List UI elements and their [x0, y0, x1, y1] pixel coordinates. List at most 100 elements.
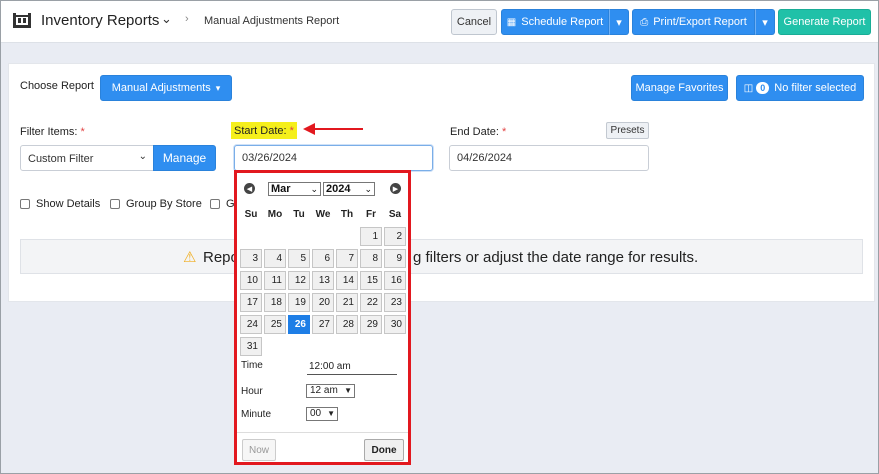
calendar-day[interactable]: 22	[360, 293, 382, 312]
calendar-day[interactable]: 28	[336, 315, 358, 334]
month-select[interactable]: Mar ⌄	[268, 182, 321, 196]
calendar-day[interactable]: 21	[336, 293, 358, 312]
now-label: Now	[248, 444, 269, 456]
calendar-day[interactable]: 25	[264, 315, 286, 334]
calendar-day[interactable]: 10	[240, 271, 262, 290]
calendar-day[interactable]: 17	[240, 293, 262, 312]
choose-report-label: Choose Report	[20, 80, 94, 92]
weekday-label: Su	[244, 209, 258, 220]
notice-text-right: g filters or adjust the date range for r…	[413, 249, 699, 266]
checkbox-box[interactable]	[20, 199, 30, 209]
checkbox-box[interactable]	[110, 199, 120, 209]
cancel-label: Cancel	[456, 16, 492, 28]
app-title[interactable]: Inventory Reports	[41, 12, 159, 29]
calendar-day[interactable]: 24	[240, 315, 262, 334]
checkbox-box[interactable]	[210, 199, 220, 209]
manage-filter-button[interactable]: Manage	[153, 145, 216, 171]
print-export-button[interactable]: ⎙ Print/Export Report	[632, 9, 755, 35]
calendar-day[interactable]: 11	[264, 271, 286, 290]
calendar-day[interactable]: 2	[384, 227, 406, 246]
start-date-label: Start Date: *	[231, 122, 297, 139]
end-date-text: End Date:	[450, 126, 499, 138]
filter-select[interactable]: Custom Filter ⌄	[20, 145, 154, 171]
minute-select[interactable]: 00 ▼	[306, 407, 338, 421]
manage-label: Manage	[162, 151, 207, 165]
chevron-down-icon[interactable]: ⌄	[161, 11, 172, 27]
schedule-label: Schedule Report	[521, 16, 604, 28]
prev-month-icon[interactable]: ◀	[244, 183, 255, 194]
third-option-checkbox[interactable]: G	[210, 198, 235, 210]
filter-items-text: Filter Items:	[20, 126, 78, 138]
calendar-day[interactable]: 31	[240, 337, 262, 356]
calendar-day[interactable]: 6	[312, 249, 334, 268]
calendar-day[interactable]: 1	[360, 227, 382, 246]
schedule-report-button[interactable]: ▦ Schedule Report	[501, 9, 609, 35]
calendar-nav: ◀ Mar ⌄ 2024 ⌄ ▶	[237, 175, 408, 201]
chevron-down-icon: ▾	[215, 82, 221, 93]
calendar-day[interactable]: 5	[288, 249, 310, 268]
calendar-day[interactable]: 30	[384, 315, 406, 334]
calendar-day[interactable]: 14	[336, 271, 358, 290]
chevron-down-icon: ▼	[344, 386, 352, 395]
start-date-input[interactable]: 03/26/2024	[234, 145, 433, 171]
schedule-dropdown-button[interactable]: ▾	[609, 9, 629, 35]
required-mark: *	[80, 126, 85, 138]
calendar-day[interactable]: 4	[264, 249, 286, 268]
month-value: Mar	[271, 183, 291, 195]
calendar-day[interactable]: 18	[264, 293, 286, 312]
warehouse-icon	[13, 13, 31, 28]
filter-icon: ◫	[743, 82, 754, 94]
weekday-label: Fr	[366, 209, 376, 220]
calendar-day[interactable]: 29	[360, 315, 382, 334]
now-button[interactable]: Now	[242, 439, 276, 461]
calendar-day[interactable]: 15	[360, 271, 382, 290]
notice-banner: ⚠ Repo g filters or adjust the date rang…	[20, 239, 863, 274]
year-select[interactable]: 2024 ⌄	[323, 182, 375, 196]
done-button[interactable]: Done	[364, 439, 404, 461]
chevron-down-icon: ⌄	[364, 184, 372, 194]
filter-select-value: Custom Filter	[28, 153, 94, 165]
next-month-icon[interactable]: ▶	[390, 183, 401, 194]
calendar-day-selected[interactable]: 26	[288, 315, 310, 334]
chevron-down-icon: ⌄	[310, 184, 318, 194]
hour-label: Hour	[241, 386, 263, 397]
calendar-day[interactable]: 19	[288, 293, 310, 312]
required-mark: *	[501, 126, 507, 138]
filter-count-badge: 0	[756, 82, 770, 94]
end-date-input[interactable]: 04/26/2024	[449, 145, 649, 171]
required-mark: *	[289, 125, 294, 137]
no-filter-label: No filter selected	[774, 82, 857, 94]
calendar-day[interactable]: 3	[240, 249, 262, 268]
calendar-day[interactable]: 13	[312, 271, 334, 290]
presets-button[interactable]: Presets	[606, 122, 649, 139]
calendar-day[interactable]: 27	[312, 315, 334, 334]
manage-favorites-button[interactable]: Manage Favorites	[631, 75, 728, 101]
end-date-label: End Date: *	[450, 126, 506, 138]
calendar-day[interactable]: 16	[384, 271, 406, 290]
calendar-day[interactable]: 20	[312, 293, 334, 312]
hour-select[interactable]: 12 am ▼	[306, 384, 355, 398]
filter-status-button[interactable]: ◫ 0 No filter selected	[736, 75, 864, 101]
generate-report-button[interactable]: Generate Report	[778, 9, 871, 35]
report-select-button[interactable]: Manual Adjustments ▾	[100, 75, 232, 101]
group-by-store-checkbox[interactable]: Group By Store	[110, 198, 202, 210]
chevron-down-icon: ▾	[616, 16, 622, 29]
cancel-button[interactable]: Cancel	[451, 9, 497, 35]
print-label: Print/Export Report	[653, 16, 747, 28]
show-details-label: Show Details	[36, 198, 101, 210]
calendar-day[interactable]: 9	[384, 249, 406, 268]
top-header: Inventory Reports ⌄ › Manual Adjustments…	[0, 0, 879, 43]
calendar-day[interactable]: 23	[384, 293, 406, 312]
print-dropdown-button[interactable]: ▾	[755, 9, 775, 35]
divider	[237, 432, 408, 433]
calendar-day[interactable]: 8	[360, 249, 382, 268]
show-details-checkbox[interactable]: Show Details	[20, 198, 100, 210]
minute-label: Minute	[241, 409, 272, 420]
calendar-day[interactable]: 7	[336, 249, 358, 268]
hour-value: 12 am	[310, 385, 338, 396]
weekday-label: Tu	[293, 209, 305, 220]
calendar-day[interactable]: 12	[288, 271, 310, 290]
calendar-icon: ▦	[506, 16, 517, 28]
chevron-down-icon: ▾	[762, 16, 768, 29]
done-label: Done	[371, 444, 397, 456]
